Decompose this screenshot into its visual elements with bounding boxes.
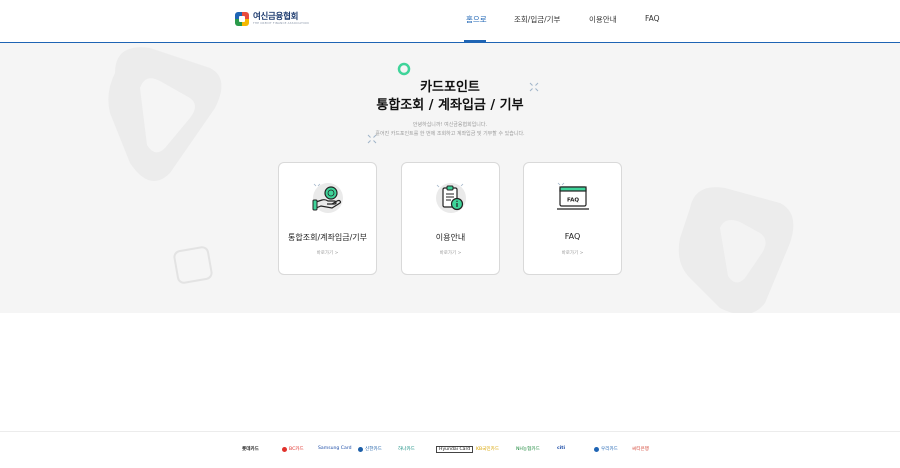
- nav-home[interactable]: 홈으로: [466, 14, 487, 25]
- partner-logo-citi[interactable]: citi: [557, 446, 565, 451]
- partner-logo-bc[interactable]: BC카드: [282, 446, 304, 452]
- card-faq[interactable]: FAQ FAQ 바로가기 >: [523, 162, 622, 275]
- card-title: 이용안내: [435, 233, 466, 242]
- mint-ring-icon: [397, 62, 411, 76]
- partner-logo-hana[interactable]: 하나카드: [398, 446, 415, 452]
- partner-logo-woori[interactable]: 우리카드: [594, 446, 618, 452]
- nav-guide[interactable]: 이용안내: [589, 14, 617, 25]
- card-title: 통합조회/계좌입금/기부: [288, 233, 367, 242]
- nav-faq[interactable]: FAQ: [645, 14, 660, 23]
- site-header: 여신금융협회 THE CREDIT FINANCE ASSOCIATION 홈으…: [0, 0, 900, 43]
- hero-description: 흩어진 카드포인트를 한 번에 조회하고 계좌입금 및 기부할 수 있습니다.: [375, 131, 525, 137]
- partner-logo-samsung[interactable]: Samsung Card: [318, 446, 352, 451]
- hero-section: 카드포인트 통합조회 / 계좌입금 / 기부 안녕하십니까! 여신금융협회입니다…: [0, 43, 900, 313]
- faq-screen-icon: FAQ: [557, 182, 589, 210]
- partner-footer: 롯데카드 BC카드 Samsung Card 신한카드 하나카드 Hyundai…: [0, 431, 900, 468]
- decor-shape-left: [108, 47, 222, 182]
- partner-logo-shinhan[interactable]: 신한카드: [358, 446, 382, 452]
- logo-mark-icon: [235, 12, 249, 26]
- partner-logo-nh[interactable]: NH농협카드: [516, 446, 540, 452]
- nav-active-indicator: [464, 40, 486, 42]
- partner-logo-citibank[interactable]: 씨티은행: [632, 446, 649, 452]
- card-guide[interactable]: 이용안내 바로가기 >: [401, 162, 500, 275]
- card-more-link[interactable]: 바로가기 >: [402, 250, 499, 256]
- partner-logo-lotte[interactable]: 롯데카드: [242, 446, 259, 452]
- logo-name: 여신금융협회: [253, 11, 299, 22]
- card-inquiry[interactable]: 통합조회/계좌입금/기부 바로가기 >: [278, 162, 377, 275]
- site-logo[interactable]: 여신금융협회 THE CREDIT FINANCE ASSOCIATION: [235, 12, 309, 26]
- card-more-link[interactable]: 바로가기 >: [279, 250, 376, 256]
- hero-title: 카드포인트: [420, 80, 480, 95]
- decor-square-outline: [173, 246, 213, 284]
- clipboard-info-icon: [436, 183, 466, 213]
- partner-logo-hyundai[interactable]: Hyundai Card: [436, 446, 474, 453]
- nav-inquiry[interactable]: 조회/입금/기부: [514, 14, 560, 25]
- hero-description: 안녕하십니까! 여신금융협회입니다.: [412, 122, 488, 128]
- decor-shape-right: [678, 187, 794, 313]
- partner-logo-kb[interactable]: KB국민카드: [476, 446, 499, 452]
- card-title: FAQ: [564, 232, 581, 241]
- coin-hand-icon: [312, 183, 343, 213]
- card-more-link[interactable]: 바로가기 >: [524, 250, 621, 256]
- hero-title-sub: 통합조회 / 계좌입금 / 기부: [376, 98, 524, 113]
- logo-subtitle: THE CREDIT FINANCE ASSOCIATION: [253, 21, 309, 26]
- svg-text:FAQ: FAQ: [567, 198, 579, 204]
